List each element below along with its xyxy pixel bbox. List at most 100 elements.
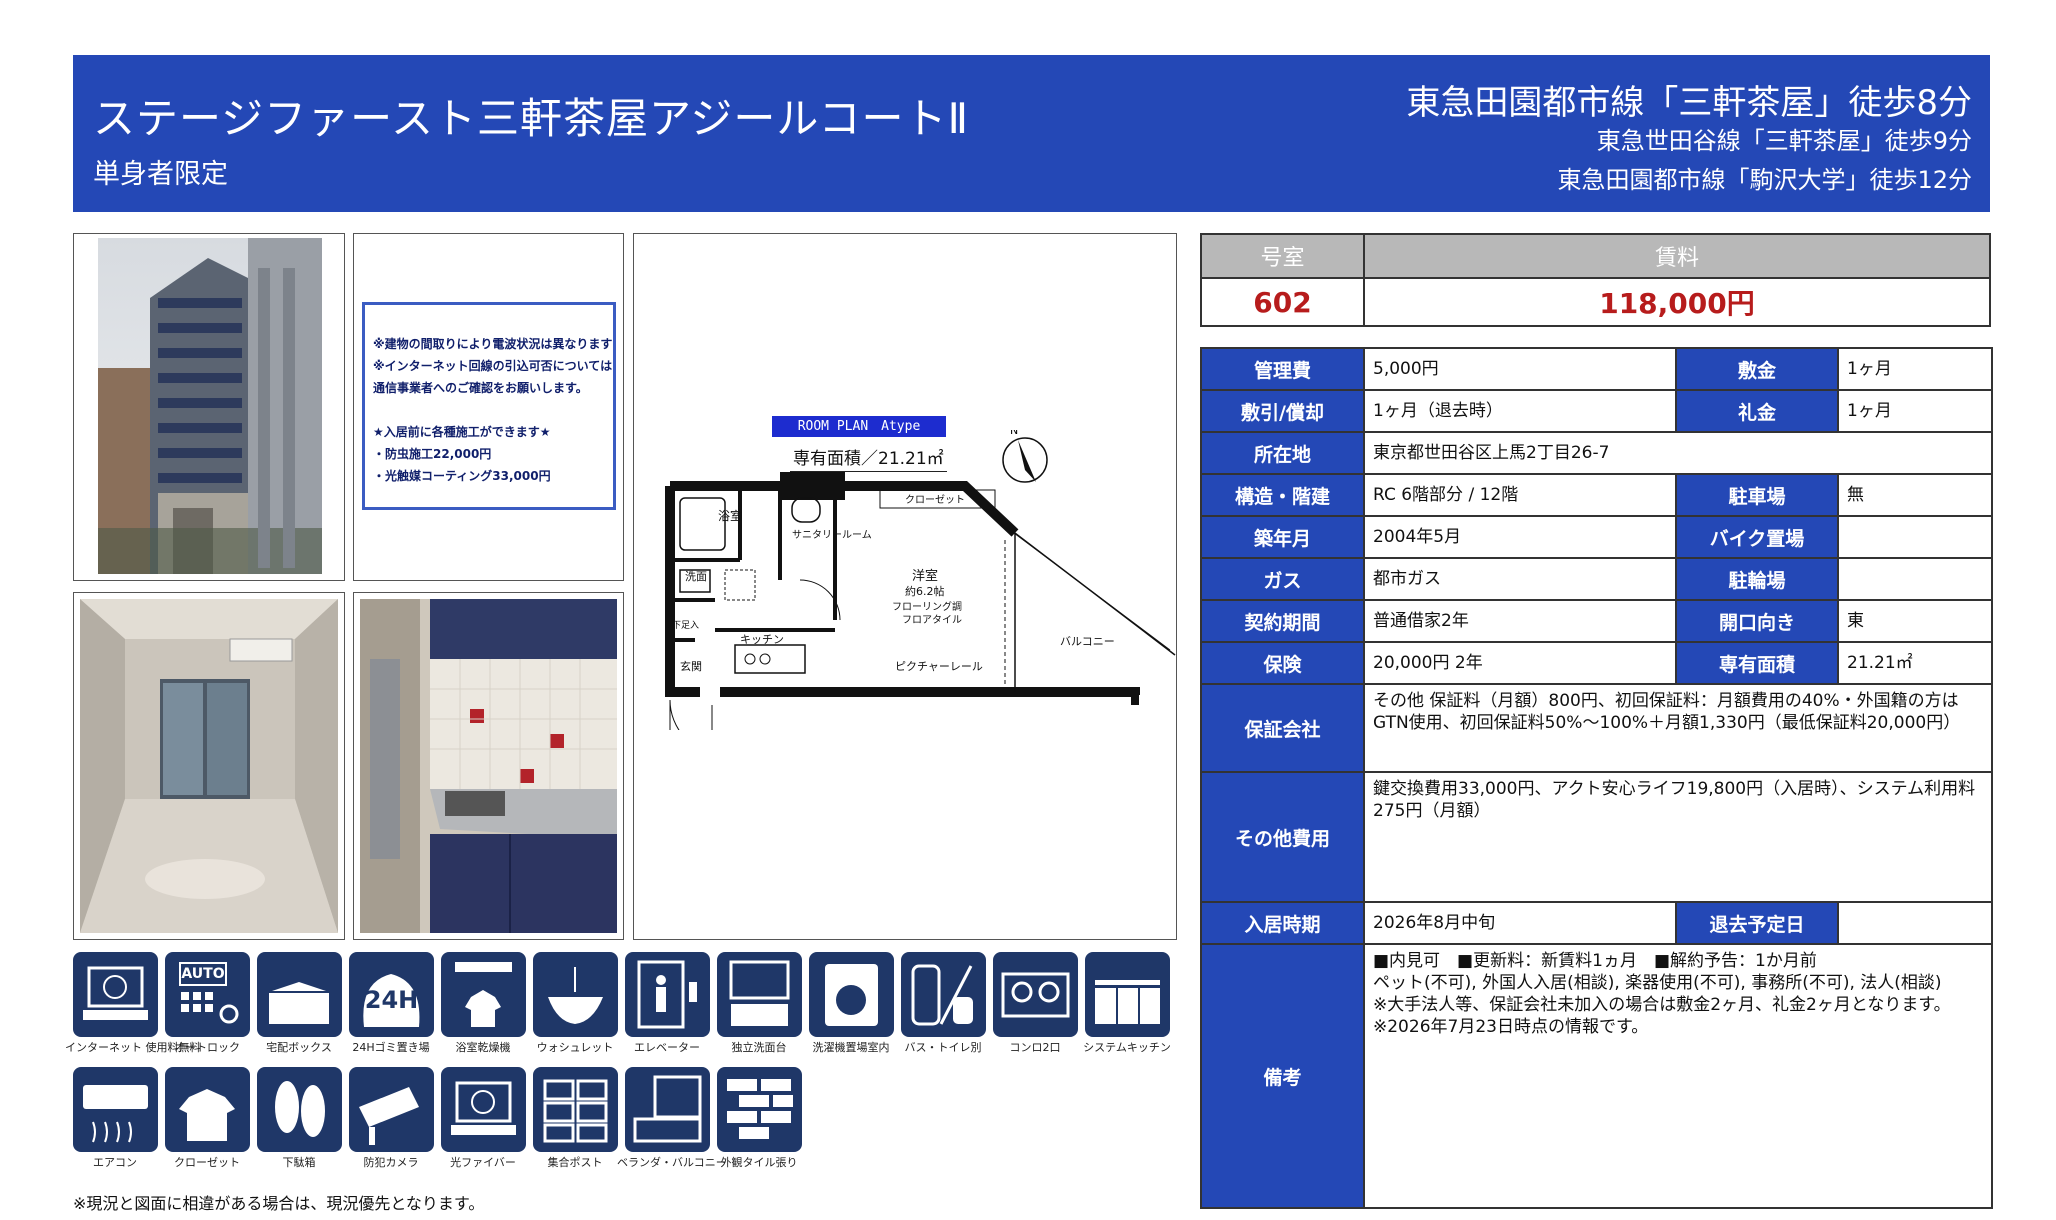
kitchen-photo: [360, 599, 617, 933]
kitchen-photo-panel: [353, 592, 624, 940]
notice-line: 通信事業者へのご確認をお願いします。: [373, 381, 588, 395]
bicycle-value: [1837, 557, 1993, 601]
gas-label: ガス: [1200, 557, 1365, 601]
movein-value: 2026年8月中旬: [1363, 901, 1677, 945]
notice-line: ※建物の間取りにより電波状況は異なります: [373, 337, 613, 351]
room-number: 602: [1200, 277, 1365, 327]
property-subtitle: 単身者限定: [93, 159, 228, 190]
amenity-bath-toilet: バス・トイレ別: [901, 952, 986, 1054]
bike-label: バイク置場: [1675, 515, 1839, 559]
station-access-3: 東急田園都市線「駒沢大学」徒歩12分: [1557, 166, 1972, 194]
fp-balcony-label: バルコニー: [1060, 635, 1115, 648]
other-fees-value: 鍵交換費用33,000円、アクト安心ライフ19,800円（入居時）、システム利用…: [1363, 771, 1993, 903]
amenity-balcony: ベランダ・バルコニー: [617, 1067, 727, 1169]
fp-sanitary-label: サニタリールーム: [792, 529, 872, 541]
garbage-24h-icon: 24H: [349, 952, 434, 1037]
shiki-value: 1ヶ月: [1837, 347, 1993, 391]
fp-bath-label: 浴室: [718, 508, 742, 523]
amenity-label: バス・トイレ別: [904, 1041, 982, 1054]
amenity-label: 防犯カメラ: [363, 1156, 419, 1169]
amenity-label: 24Hゴミ置き場: [352, 1041, 430, 1054]
fp-room-label: 洋室: [912, 568, 938, 584]
guarantor-value: その他 保証料（月額）800円、初回保証料：月額費用の40%・外国籍の方は GT…: [1363, 683, 1993, 773]
fp-kitchen-label: キッチン: [740, 633, 784, 646]
kanri-label: 管理費: [1200, 347, 1365, 391]
room-photo: [80, 599, 338, 933]
moveout-value: [1837, 901, 1993, 945]
amenity-stove: コンロ2口: [993, 952, 1078, 1054]
amenity-label: ウォシュレット: [536, 1041, 614, 1054]
amenity-label: クローゼット: [174, 1156, 240, 1169]
north-arrow-icon: [1002, 437, 1048, 483]
header-banner: ステージファースト三軒茶屋アジールコートⅡ 単身者限定 東急田園都市線「三軒茶屋…: [73, 55, 1990, 212]
gas-value: 都市ガス: [1363, 557, 1677, 601]
auto-lock-icon: AUTO: [165, 952, 250, 1037]
amenity-garbage-24h: 24H 24Hゴミ置き場: [349, 952, 434, 1054]
moveout-label: 退去予定日: [1675, 901, 1839, 945]
amenity-autolock: AUTO オートロック: [165, 952, 250, 1054]
balcony-icon: [625, 1067, 710, 1152]
notice-line: ※インターネット回線の引込可否については: [373, 359, 613, 373]
amenity-label: コンロ2口: [1009, 1041, 1061, 1054]
security-camera-icon: [349, 1067, 434, 1152]
amenity-label: エアコン: [93, 1156, 137, 1169]
amenity-closet: クローゼット: [165, 1067, 250, 1169]
rent-header: 賃料: [1363, 233, 1991, 279]
amenity-label: 集合ポスト: [547, 1156, 603, 1169]
fp-floor2-label: フロアタイル: [902, 614, 962, 626]
air-conditioner-icon: [73, 1067, 158, 1152]
shiki-label: 敷金: [1675, 347, 1839, 391]
shikibiki-value: 1ヶ月（退去時）: [1363, 389, 1677, 433]
fp-picture-rail-label: ピクチャーレール: [895, 660, 983, 673]
room-photo-panel: [73, 592, 345, 940]
remarks-value: ■内見可 ■更新料：新賃料1ヵ月 ■解約予告：1か月前 ペット(不可), 外国人…: [1363, 943, 1993, 1209]
disclaimer: ※現況と図面に相違がある場合は、現況優先となります。: [73, 1194, 485, 1213]
guarantor-label: 保証会社: [1200, 683, 1365, 773]
amenity-label: エレベーター: [634, 1041, 700, 1054]
structure-label: 構造・階建: [1200, 473, 1365, 517]
tile-icon: [717, 1067, 802, 1152]
rei-value: 1ヶ月: [1837, 389, 1993, 433]
amenity-elevator: エレベーター: [625, 952, 710, 1054]
bike-value: [1837, 515, 1993, 559]
computer-icon: [73, 952, 158, 1037]
amenity-kitchen: システムキッチン: [1083, 952, 1171, 1054]
amenity-fiber: 光ファイバー: [441, 1067, 526, 1169]
amenity-washing-machine: 洗濯機置場室内: [809, 952, 894, 1054]
rei-label: 礼金: [1675, 389, 1839, 433]
address-label: 所在地: [1200, 431, 1365, 475]
rent-value: 118,000円: [1363, 277, 1991, 327]
floorplan-drawing: N 浴室 サニタリールーム クローゼット 洋室 約6.2帖 フローリング調 フロ…: [665, 430, 1176, 730]
structure-value: RC 6階部分 / 12階: [1363, 473, 1677, 517]
amenity-label: 宅配ボックス: [266, 1041, 332, 1054]
amenity-label: システムキッチン: [1083, 1041, 1171, 1054]
parking-value: 無: [1837, 473, 1993, 517]
kitchen-icon: [1085, 952, 1170, 1037]
amenity-label: インターネット 使用料無料: [65, 1041, 201, 1054]
station-access-2: 東急世田谷線「三軒茶屋」徒歩9分: [1596, 127, 1972, 155]
kanri-value: 5,000円: [1363, 347, 1677, 391]
other-fees-label: その他費用: [1200, 771, 1365, 903]
facing-label: 開口向き: [1675, 599, 1839, 643]
shoe-box-icon: [257, 1067, 342, 1152]
details-table: 管理費 5,000円 敷金 1ヶ月 敷引/償却 1ヶ月（退去時） 礼金 1ヶ月 …: [1200, 347, 1993, 1209]
washing-machine-icon: [809, 952, 894, 1037]
fp-wash-label: 洗面: [685, 570, 707, 583]
bath-toilet-icon: [901, 952, 986, 1037]
fp-shoes-label: 下足入: [672, 620, 699, 631]
movein-label: 入居時期: [1200, 901, 1365, 945]
area-label: 専有面積: [1675, 641, 1839, 685]
amenity-air-conditioner: エアコン: [73, 1067, 158, 1169]
notice-line: [373, 399, 607, 421]
fp-entrance-label: 玄関: [680, 659, 702, 673]
amenity-label: 洗濯機置場室内: [812, 1041, 890, 1054]
amenity-vanity: 独立洗面台: [717, 952, 802, 1054]
built-label: 築年月: [1200, 515, 1365, 559]
amenity-label: オートロック: [174, 1041, 240, 1054]
insurance-value: 20,000円 2年: [1363, 641, 1677, 685]
property-title: ステージファースト三軒茶屋アジールコートⅡ: [93, 94, 970, 143]
room-header: 号室: [1200, 233, 1365, 279]
amenity-label: 光ファイバー: [450, 1156, 516, 1169]
amenity-label: 外観タイル張り: [720, 1156, 798, 1169]
stove-icon: [993, 952, 1078, 1037]
